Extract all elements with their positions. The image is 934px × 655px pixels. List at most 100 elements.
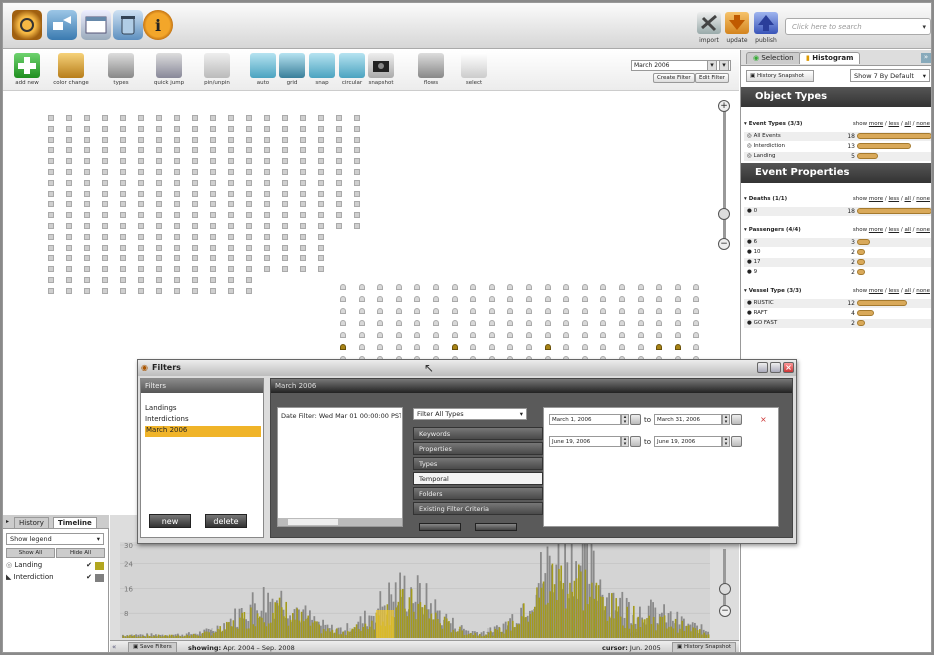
less-link[interactable]: less [888,227,899,233]
event-node[interactable] [282,223,288,229]
event-node[interactable] [246,201,252,208]
none-link[interactable]: none [916,288,930,294]
landing-node[interactable] [395,308,402,314]
calendar-icon[interactable] [731,436,742,447]
filter-menu-icon[interactable]: ▾ [719,60,729,71]
event-node[interactable] [210,233,216,240]
event-node[interactable] [138,277,144,283]
landing-node[interactable] [470,332,477,338]
event-node[interactable] [138,212,144,219]
event-node[interactable] [66,125,72,132]
histogram-item[interactable]: ● RAFT [747,310,767,316]
filter-list-item[interactable]: Interdictions [145,415,261,425]
landing-node[interactable] [656,332,663,338]
calendar-icon[interactable] [630,436,641,447]
less-link[interactable]: less [888,288,899,294]
landing-node[interactable] [470,308,477,314]
event-node[interactable] [48,125,54,132]
landing-node[interactable] [377,344,384,350]
event-node[interactable] [84,179,90,186]
landing-node[interactable] [656,308,663,314]
event-node[interactable] [120,147,126,154]
update-icon[interactable] [725,12,749,34]
event-node[interactable] [138,244,144,251]
event-node[interactable] [102,244,108,251]
landing-node[interactable] [488,332,495,338]
landing-node[interactable] [433,284,439,290]
info-icon[interactable]: i [143,10,173,40]
event-node[interactable] [84,223,90,229]
event-node[interactable] [210,179,216,186]
landing-node[interactable] [674,332,681,338]
event-node[interactable] [210,255,216,262]
landing-node[interactable] [656,284,663,290]
more-link[interactable]: more [869,288,883,294]
event-node[interactable] [336,223,342,229]
landing-node[interactable] [451,284,458,290]
hide-all-button[interactable]: Hide All [56,548,105,558]
event-node[interactable] [354,179,360,186]
event-node[interactable] [354,169,360,175]
calendar-icon[interactable] [630,414,641,425]
landing-node[interactable] [637,344,644,350]
criterion-properties[interactable]: Properties [413,442,543,455]
event-node[interactable] [246,244,252,251]
event-node[interactable] [84,136,90,143]
event-node[interactable] [228,190,234,197]
canvas-zoom-slider[interactable]: + − [718,100,730,250]
landing-node[interactable] [581,308,588,314]
event-node[interactable] [228,115,234,121]
criterion-temporal[interactable]: Temporal [413,472,543,485]
collapse-icon[interactable]: ▾ [744,227,747,233]
event-node[interactable] [264,179,270,186]
landing-node[interactable] [637,332,644,338]
event-node[interactable] [228,223,234,229]
event-node[interactable] [120,244,126,251]
landing-node[interactable] [544,284,551,290]
event-node[interactable] [66,266,72,273]
event-node[interactable] [156,255,162,262]
legend-swatch[interactable] [95,562,104,570]
landing-node[interactable] [414,320,421,326]
event-node[interactable] [336,201,342,208]
landing-node[interactable] [581,320,588,326]
event-node[interactable] [174,255,180,262]
selected-range-highlight[interactable] [376,610,394,638]
event-node[interactable] [354,125,360,132]
event-node[interactable] [192,115,198,121]
landing-node[interactable] [693,296,700,302]
tool-add-button[interactable]: add new [5,53,49,86]
close-icon[interactable]: × [783,362,794,373]
event-node[interactable] [174,201,180,208]
event-node[interactable] [354,147,360,154]
event-node[interactable] [228,255,234,262]
landing-node[interactable] [358,332,365,338]
event-node[interactable] [174,169,180,175]
all-link[interactable]: all [904,121,910,127]
event-node[interactable] [192,169,198,175]
landing-node[interactable] [544,296,551,302]
event-node[interactable] [102,158,108,165]
landing-node[interactable] [488,284,495,290]
event-node[interactable] [138,201,144,208]
landing-node[interactable] [488,344,495,350]
event-node[interactable] [66,233,72,240]
event-node[interactable] [210,277,216,283]
landing-node[interactable] [488,296,495,302]
tool-pin-button[interactable]: pin/unpin [195,53,239,86]
event-node[interactable] [210,201,216,208]
event-node[interactable] [264,201,270,208]
landing-node[interactable] [507,332,514,338]
range-to-field[interactable]: March 31, 2006 [654,414,722,425]
event-node[interactable] [264,255,270,262]
event-node[interactable] [84,147,90,154]
event-node[interactable] [156,147,162,154]
publish-icon[interactable] [754,12,778,34]
event-node[interactable] [84,266,90,273]
event-node[interactable] [228,266,234,273]
event-node[interactable] [138,125,144,132]
landing-node[interactable] [340,320,346,326]
more-link[interactable]: more [869,196,883,202]
landing-node[interactable] [693,284,700,290]
calendar-icon[interactable] [731,414,742,425]
